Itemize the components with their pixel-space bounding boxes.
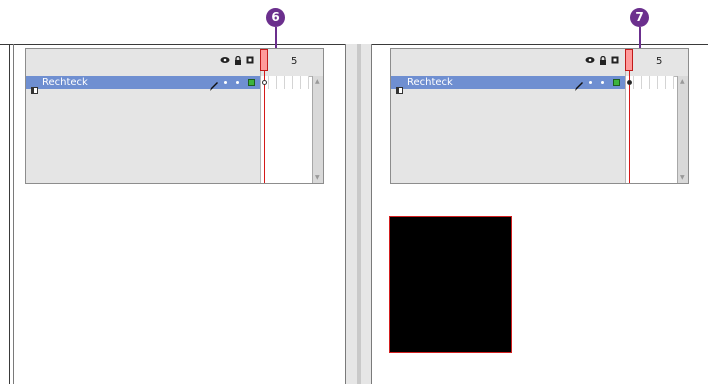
- frame-left-border: [9, 44, 10, 384]
- frame-ruler: [261, 49, 312, 77]
- stage-rectangle[interactable]: [389, 216, 512, 353]
- outline-icon[interactable]: [246, 56, 254, 67]
- vertical-scrollbar[interactable]: ▲ ▼: [677, 76, 688, 183]
- frame-number-label: 5: [291, 56, 298, 67]
- scroll-up-icon[interactable]: ▲: [315, 78, 320, 85]
- scroll-up-icon[interactable]: ▲: [680, 78, 685, 85]
- scroll-down-icon[interactable]: ▼: [680, 174, 685, 181]
- playhead-line: [264, 71, 265, 183]
- timeline-panel-left: 5 Rechteck ▲ ▼: [25, 48, 324, 184]
- outline-icon[interactable]: [611, 56, 619, 67]
- vertical-scrollbar[interactable]: ▲ ▼: [312, 76, 323, 183]
- layer-page-icon: [31, 79, 38, 94]
- outline-color-icon[interactable]: [613, 79, 620, 86]
- layer-name-label: Rechteck: [42, 77, 88, 88]
- eye-icon[interactable]: [585, 56, 595, 67]
- layer-name-label: Rechteck: [407, 77, 453, 88]
- playhead[interactable]: [625, 49, 633, 71]
- layer-row-rechteck[interactable]: Rechteck: [391, 76, 625, 94]
- timeline-panel-right: 5 Rechteck ▲ ▼: [390, 48, 689, 184]
- eye-dot-icon[interactable]: [589, 81, 592, 84]
- playhead-line: [629, 71, 630, 183]
- outline-color-icon[interactable]: [248, 79, 255, 86]
- pencil-icon: [209, 77, 219, 96]
- callout-7: 7: [630, 8, 649, 27]
- callout-6: 6: [266, 8, 285, 27]
- layer-row-rechteck[interactable]: Rechteck: [26, 76, 260, 94]
- eye-icon[interactable]: [220, 56, 230, 67]
- frame-left-border-inner: [13, 44, 14, 384]
- playhead[interactable]: [260, 49, 268, 71]
- frame-ruler: [626, 49, 677, 77]
- lock-icon[interactable]: [599, 55, 607, 68]
- pencil-icon: [574, 77, 584, 96]
- keyframe-empty[interactable]: [262, 80, 267, 85]
- lock-dot-icon[interactable]: [601, 81, 604, 84]
- keyframe-filled[interactable]: [627, 80, 632, 85]
- eye-dot-icon[interactable]: [224, 81, 227, 84]
- scroll-down-icon[interactable]: ▼: [315, 174, 320, 181]
- lock-dot-icon[interactable]: [236, 81, 239, 84]
- lock-icon[interactable]: [234, 55, 242, 68]
- layer-page-icon: [396, 79, 403, 94]
- pane-divider: [345, 44, 372, 384]
- frame-number-label: 5: [656, 56, 663, 67]
